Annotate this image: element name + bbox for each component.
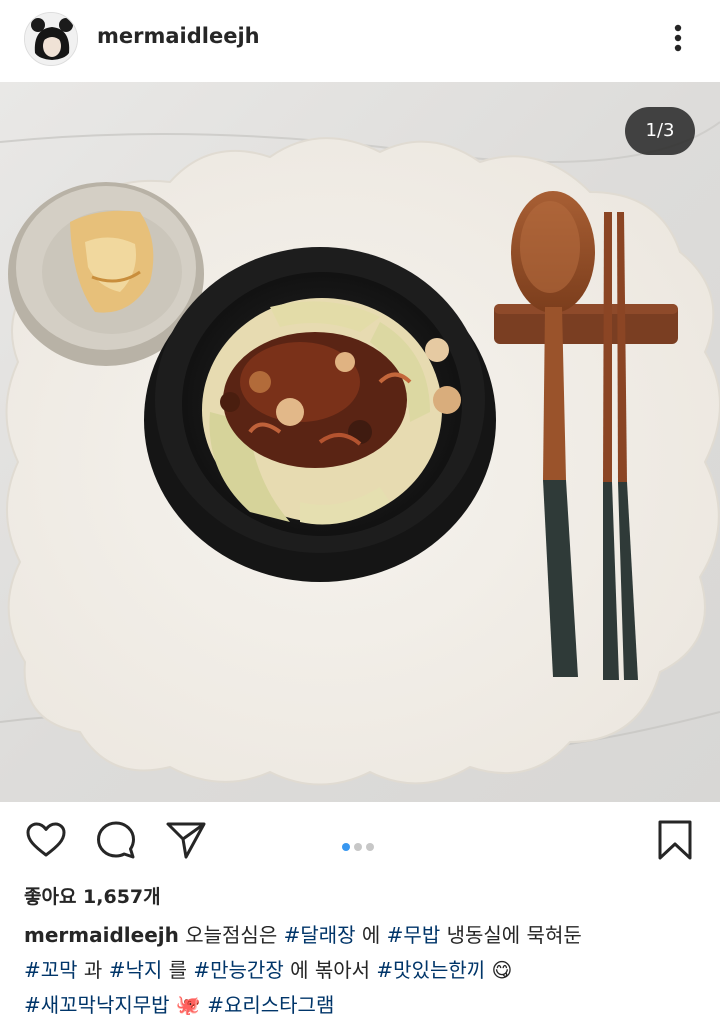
post-photo[interactable] bbox=[0, 82, 720, 802]
caption: mermaidleejh 오늘점심은 #달래장 에 #무밥 냉동실에 묵혀둔 #… bbox=[24, 918, 696, 1015]
hashtag[interactable]: #낙지 bbox=[109, 958, 163, 982]
emoji: 🐙 bbox=[169, 993, 208, 1015]
caption-text: 에 볶아서 bbox=[283, 958, 377, 982]
caption-text: 를 bbox=[162, 958, 194, 982]
comment-icon[interactable] bbox=[94, 818, 138, 862]
hashtag[interactable]: #맛있는한끼 bbox=[376, 958, 485, 982]
caption-text: 냉동실에 묵혀둔 bbox=[440, 923, 582, 947]
post-header: mermaidleejh bbox=[0, 0, 720, 82]
hashtag[interactable]: #꼬막 bbox=[24, 958, 78, 982]
caption-text: 과 bbox=[77, 958, 109, 982]
heart-icon[interactable] bbox=[24, 818, 68, 862]
carousel-indicator bbox=[342, 836, 378, 851]
image-counter: 1/3 bbox=[625, 107, 695, 155]
more-options-icon[interactable] bbox=[664, 20, 692, 56]
caption-username[interactable]: mermaidleejh bbox=[24, 923, 179, 947]
share-icon[interactable] bbox=[164, 818, 208, 862]
likes-count[interactable]: 좋아요 1,657개 bbox=[24, 882, 161, 909]
emoji: 😋 bbox=[485, 958, 513, 982]
food-photo-illustration bbox=[0, 82, 720, 802]
avatar-illustration bbox=[25, 13, 77, 65]
carousel-dot-active[interactable] bbox=[342, 843, 350, 851]
caption-text: 에 bbox=[355, 923, 387, 947]
username[interactable]: mermaidleejh bbox=[97, 24, 260, 48]
hashtag[interactable]: #새꼬막낙지무밥 bbox=[24, 993, 170, 1015]
bookmark-icon[interactable] bbox=[653, 818, 697, 862]
avatar[interactable] bbox=[24, 12, 78, 66]
hashtag[interactable]: #만능간장 bbox=[193, 958, 283, 982]
caption-text: 오늘점심은 bbox=[185, 923, 284, 947]
hashtag[interactable]: #달래장 bbox=[284, 923, 356, 947]
hashtag[interactable]: #무밥 bbox=[387, 923, 441, 947]
carousel-dot[interactable] bbox=[366, 843, 374, 851]
hashtag[interactable]: #요리스타그램 bbox=[207, 993, 334, 1015]
carousel-dot[interactable] bbox=[354, 843, 362, 851]
